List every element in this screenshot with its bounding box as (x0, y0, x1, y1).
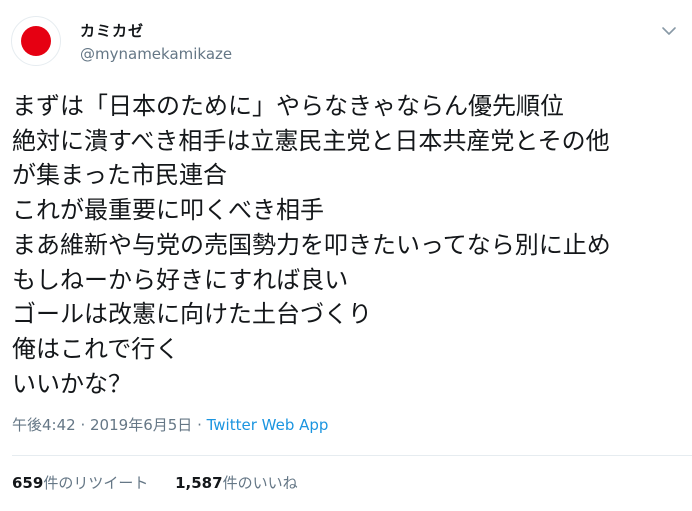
author-display-name[interactable]: カミカゼ (80, 20, 144, 41)
tweet: カミカゼ @mynamekamikaze まずは「日本のために」やらなきゃならん… (0, 0, 692, 511)
avatar[interactable] (11, 16, 61, 66)
divider (12, 455, 692, 456)
tweet-text-line: まあ維新や与党の売国勢力を叩きたいってなら別に止め (12, 230, 611, 259)
meta-separator: · (80, 416, 91, 434)
tweet-source-link[interactable]: Twitter Web App (207, 416, 329, 434)
likes-stat[interactable]: 1,587件のいいね (175, 472, 297, 493)
retweets-count: 659 (12, 474, 44, 492)
meta-separator: · (197, 416, 207, 434)
chevron-down-icon[interactable] (660, 22, 678, 40)
tweet-text-line: まずは「日本のために」やらなきゃならん優先順位 (12, 92, 564, 120)
tweet-text-line: ゴールは改憲に向けた土台づくり (12, 300, 372, 329)
tweet-time[interactable]: 午後4:42 (12, 416, 76, 434)
tweet-text-line: 絶対に潰すべき相手は立憲民主党と日本共産党とその他 (12, 126, 610, 155)
likes-label: 件のいいね (222, 474, 298, 492)
tweet-text-line: これが最重要に叩くべき相手 (12, 196, 324, 225)
author-handle[interactable]: @mynamekamikaze (80, 45, 232, 63)
tweet-text-line: もしねーから好きにすれば良い (12, 265, 349, 294)
tweet-text-line: 俺はこれで行く (12, 334, 180, 363)
tweet-text: まずは「日本のために」やらなきゃならん優先順位 絶対に潰すべき相手は立憲民主党と… (12, 89, 682, 401)
likes-count: 1,587 (175, 474, 223, 492)
tweet-stats: 659件のリツイート 1,587件のいいね (12, 472, 320, 493)
avatar-red-circle (21, 26, 51, 56)
tweet-metadata: 午後4:42 · 2019年6月5日 · Twitter Web App (12, 414, 328, 435)
retweets-label: 件のリツイート (43, 474, 149, 492)
tweet-date[interactable]: 2019年6月5日 (90, 416, 192, 434)
tweet-text-line: が集まった市民連合 (12, 161, 228, 190)
tweet-text-line: いいかな？ (12, 369, 132, 398)
retweets-stat[interactable]: 659件のリツイート (12, 472, 148, 493)
